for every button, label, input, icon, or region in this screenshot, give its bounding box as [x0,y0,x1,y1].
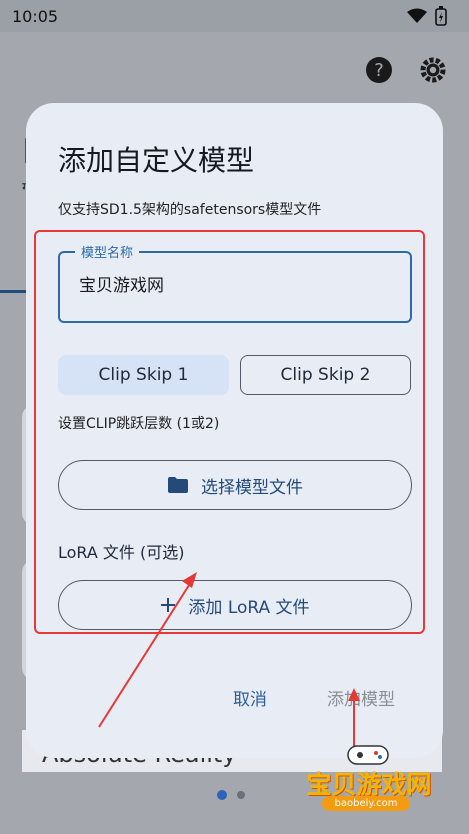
model-name-input[interactable] [79,273,379,293]
add-lora-file-button[interactable]: 添加 LoRA 文件 [58,580,412,630]
folder-icon [168,477,188,493]
battery-icon [435,6,447,26]
dialog-subtitle: 仅支持SD1.5架构的safetensors模型文件 [58,202,322,218]
add-custom-model-dialog: 添加自定义模型 仅支持SD1.5架构的safetensors模型文件 模型名称 … [26,103,443,758]
cancel-button[interactable]: 取消 [233,685,267,710]
plus-icon [161,598,176,612]
page-indicator [217,790,245,800]
clip-skip-hint: 设置CLIP跳跃层数 (1或2) [58,416,220,432]
model-name-field[interactable]: 模型名称 [58,242,412,323]
settings-icon[interactable] [419,56,447,84]
page-dot-inactive [237,791,245,799]
select-model-file-button[interactable]: 选择模型文件 [58,460,412,510]
clip-skip-selector: Clip Skip 1 Clip Skip 2 [58,355,411,395]
add-lora-file-label: 添加 LoRA 文件 [188,597,310,618]
add-model-button[interactable]: 添加模型 [327,685,395,710]
gamepad-icon [347,745,389,765]
status-time: 10:05 [12,6,59,26]
clip-skip-2-button[interactable]: Clip Skip 2 [240,355,411,395]
background-toolbar: ? [365,56,447,84]
background-tab-indicator [0,290,26,293]
wifi-icon [407,8,427,23]
dialog-actions: 取消 添加模型 [233,685,395,710]
dialog-title: 添加自定义模型 [58,144,255,177]
model-name-label: 模型名称 [75,242,140,261]
status-bar: 10:05 [0,0,469,32]
clip-skip-1-button[interactable]: Clip Skip 1 [58,355,229,395]
watermark-url: baobeiy.com [322,796,410,811]
lora-section-label: LoRA 文件 (可选) [58,543,185,562]
page-dot-active [217,790,227,800]
status-icons [407,6,447,26]
help-icon[interactable]: ? [365,56,393,84]
select-model-file-label: 选择模型文件 [201,477,303,498]
watermark-logo: 宝贝游戏网 baobeiy.com [294,740,444,816]
svg-text:?: ? [374,60,384,81]
